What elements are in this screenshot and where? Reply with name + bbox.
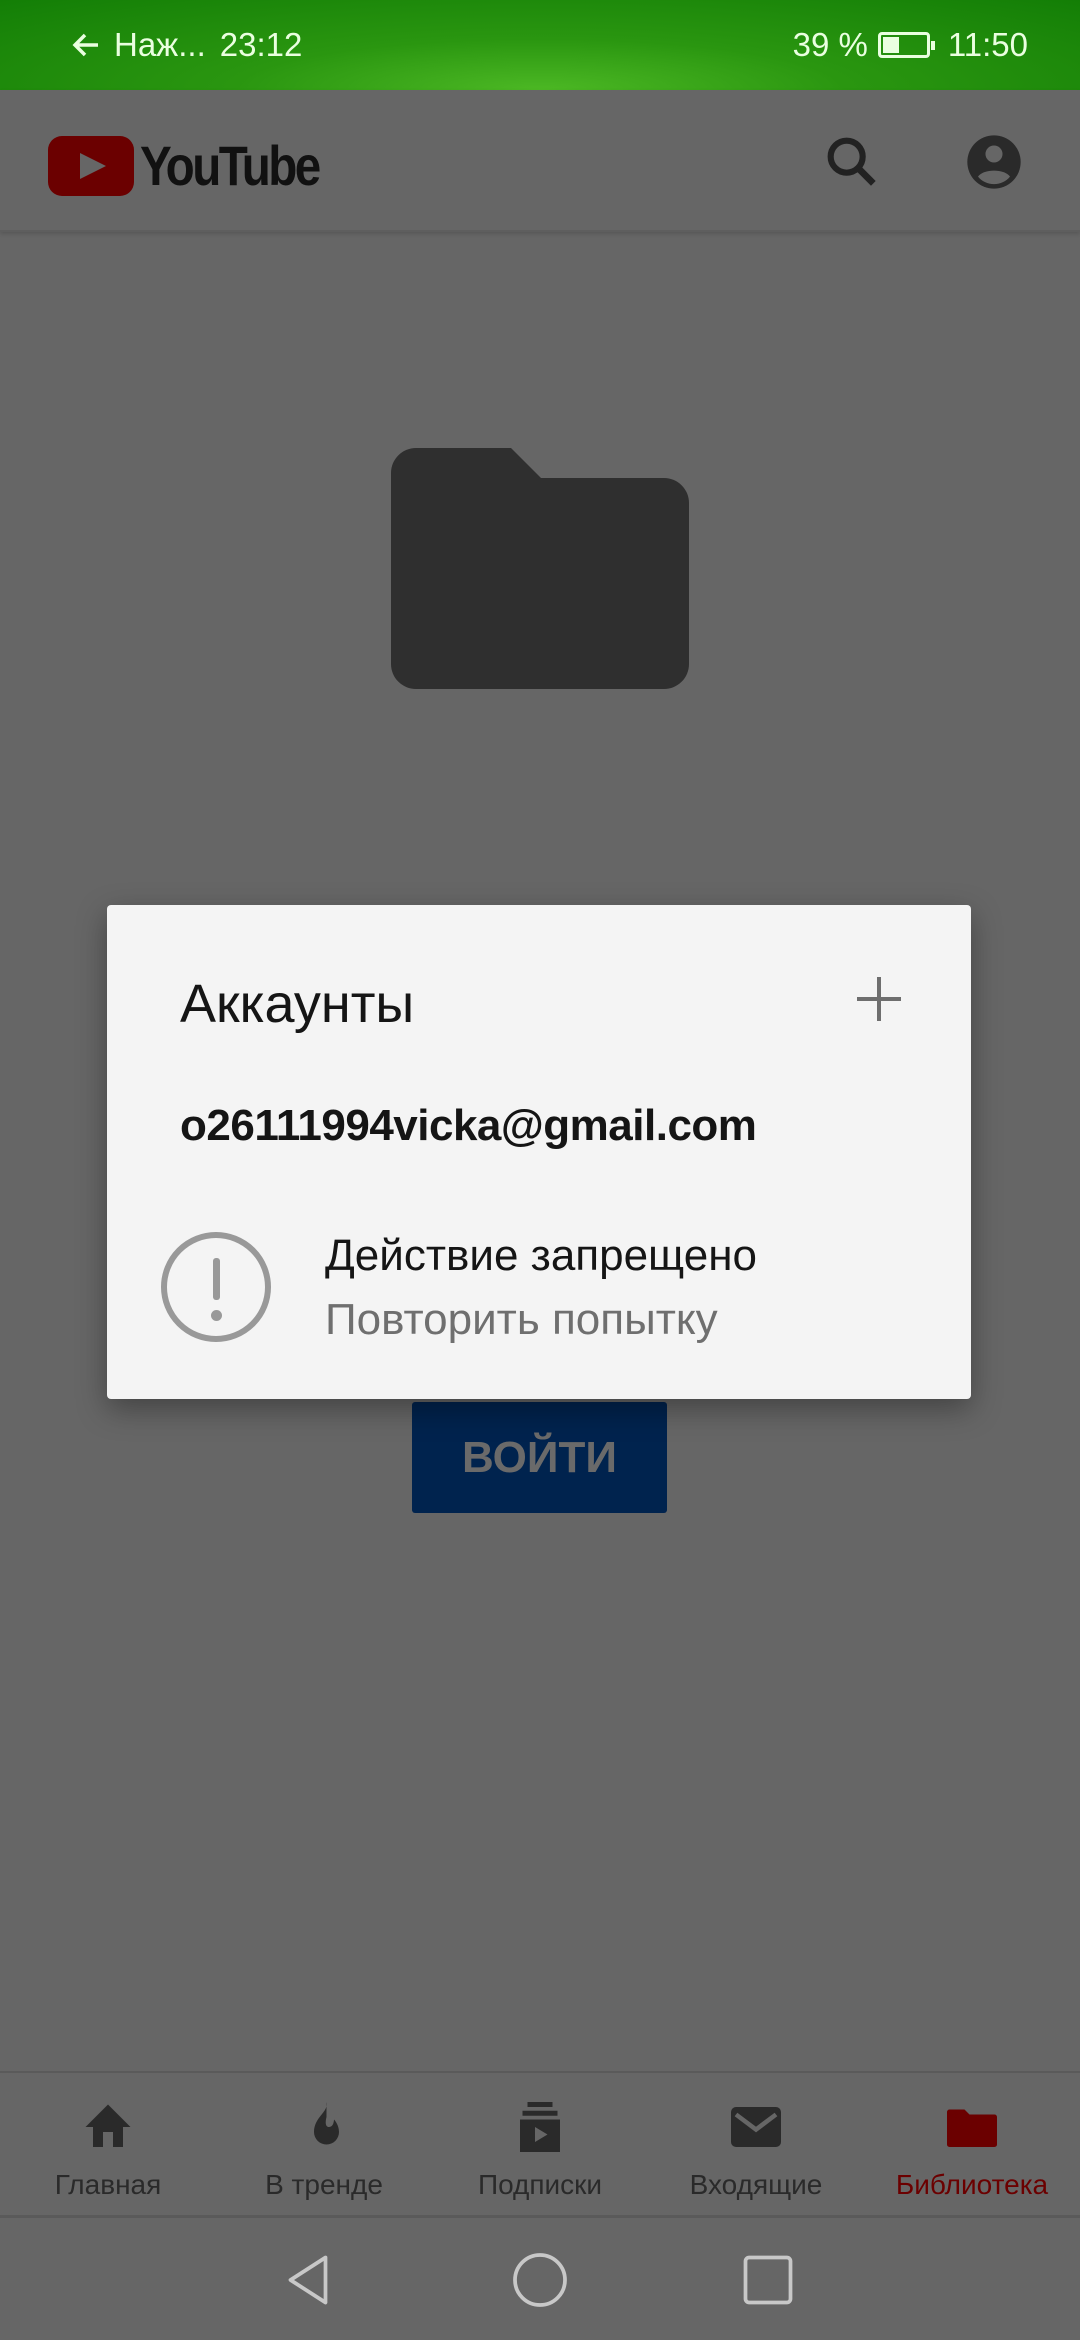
battery-percent: 39 % <box>792 26 868 63</box>
system-nav-bar <box>0 2218 1080 2340</box>
mail-icon <box>731 2107 781 2147</box>
account-email[interactable]: o26111994vicka@gmail.com <box>180 1101 757 1151</box>
home-icon <box>85 2104 131 2147</box>
flame-icon <box>314 2102 339 2145</box>
nav-item-subscriptions[interactable]: Подписки <box>432 2073 648 2215</box>
nav-label: Главная <box>54 2169 162 2200</box>
retry-link[interactable]: Повторить попытку <box>325 1295 718 1345</box>
back-arrow-icon[interactable] <box>72 31 100 59</box>
signin-button[interactable]: ВОЙТИ <box>412 1402 667 1513</box>
nav-item-library[interactable]: Библиотека <box>864 2073 1080 2215</box>
home-circle-icon[interactable] <box>510 2250 570 2310</box>
back-label[interactable]: Наж... <box>114 26 206 64</box>
nav-label: Подписки <box>477 2169 603 2200</box>
youtube-logo[interactable]: YouTube <box>48 133 350 198</box>
nav-item-inbox[interactable]: Входящие <box>648 2073 864 2215</box>
nav-label: Библиотека <box>895 2169 1049 2200</box>
subscriptions-icon <box>520 2102 560 2152</box>
battery-icon <box>877 32 935 58</box>
youtube-play-icon <box>48 135 134 196</box>
bottom-nav: Главная В тренде Подписки Входящие Библи… <box>0 2071 1080 2218</box>
status-bar: Наж... 23:12 39 % 11:50 <box>0 0 1080 90</box>
accounts-dialog: Аккаунты o26111994vicka@gmail.com Действ… <box>107 905 971 1399</box>
app-bar: YouTube <box>0 90 1080 232</box>
nav-item-home[interactable]: Главная <box>0 2073 216 2215</box>
warning-icon <box>161 1232 271 1342</box>
nav-label: Входящие <box>689 2169 823 2200</box>
notification-time: 23:12 <box>219 26 303 63</box>
error-message: Действие запрещено <box>325 1231 758 1280</box>
library-folder-icon <box>391 448 689 689</box>
dialog-title: Аккаунты <box>180 974 415 1034</box>
search-icon[interactable] <box>820 130 884 194</box>
clock: 11:50 <box>947 26 1028 63</box>
nav-label: В тренде <box>265 2169 383 2200</box>
folder-icon <box>947 2109 997 2147</box>
logo-text: YouTube <box>140 134 321 197</box>
add-account-icon[interactable] <box>857 977 901 1021</box>
back-icon[interactable] <box>278 2250 338 2310</box>
recents-icon[interactable] <box>738 2250 798 2310</box>
account-icon[interactable] <box>962 130 1026 194</box>
nav-item-trending[interactable]: В тренде <box>216 2073 432 2215</box>
